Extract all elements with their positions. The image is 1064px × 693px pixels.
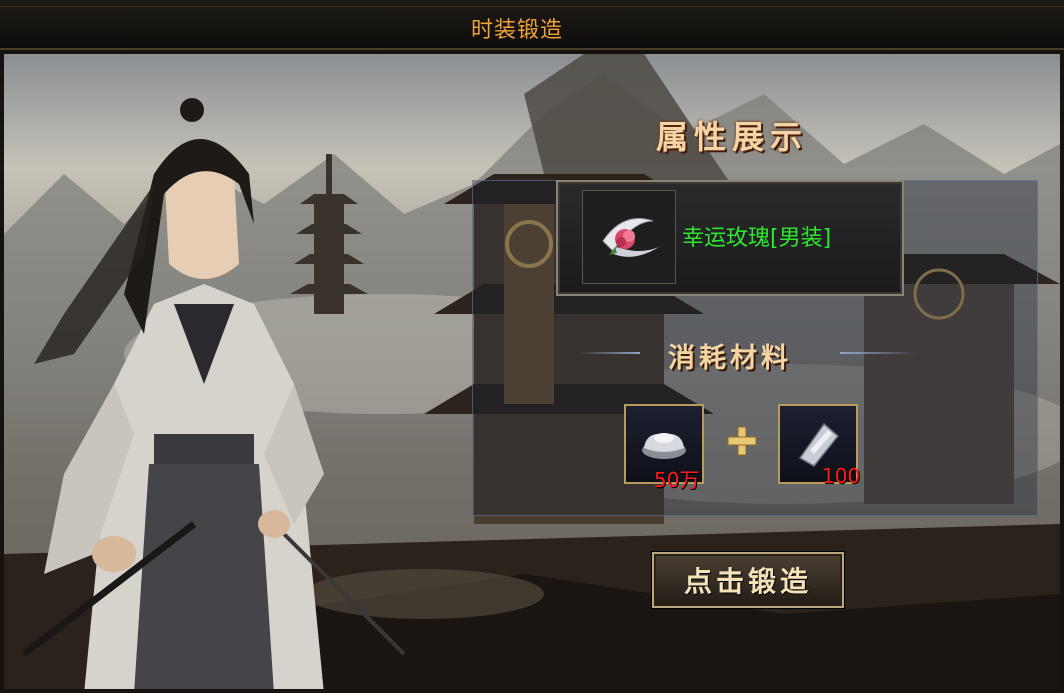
- plus-icon: [727, 426, 757, 456]
- rose-blade-icon: [602, 218, 659, 257]
- title-bar: 时装锻造: [0, 0, 1064, 50]
- attributes-heading: 属性展示: [655, 118, 808, 156]
- item-name: 幸运玫瑰[男装]: [682, 226, 832, 251]
- divider-right: [840, 352, 916, 354]
- material-count-silver: 50万: [654, 468, 700, 492]
- materials-heading: 消耗材料: [668, 343, 792, 374]
- item-slot[interactable]: [582, 190, 676, 284]
- window-title: 时装锻造: [470, 18, 563, 43]
- material-count-fragment: 100: [822, 464, 861, 488]
- forge-button[interactable]: 点击锻造: [652, 552, 844, 608]
- forge-window: 时装锻造 属性展示 幸运玫瑰[男装] 消耗材料 50万 100 点击锻造: [0, 0, 1064, 693]
- divider-left: [578, 352, 640, 354]
